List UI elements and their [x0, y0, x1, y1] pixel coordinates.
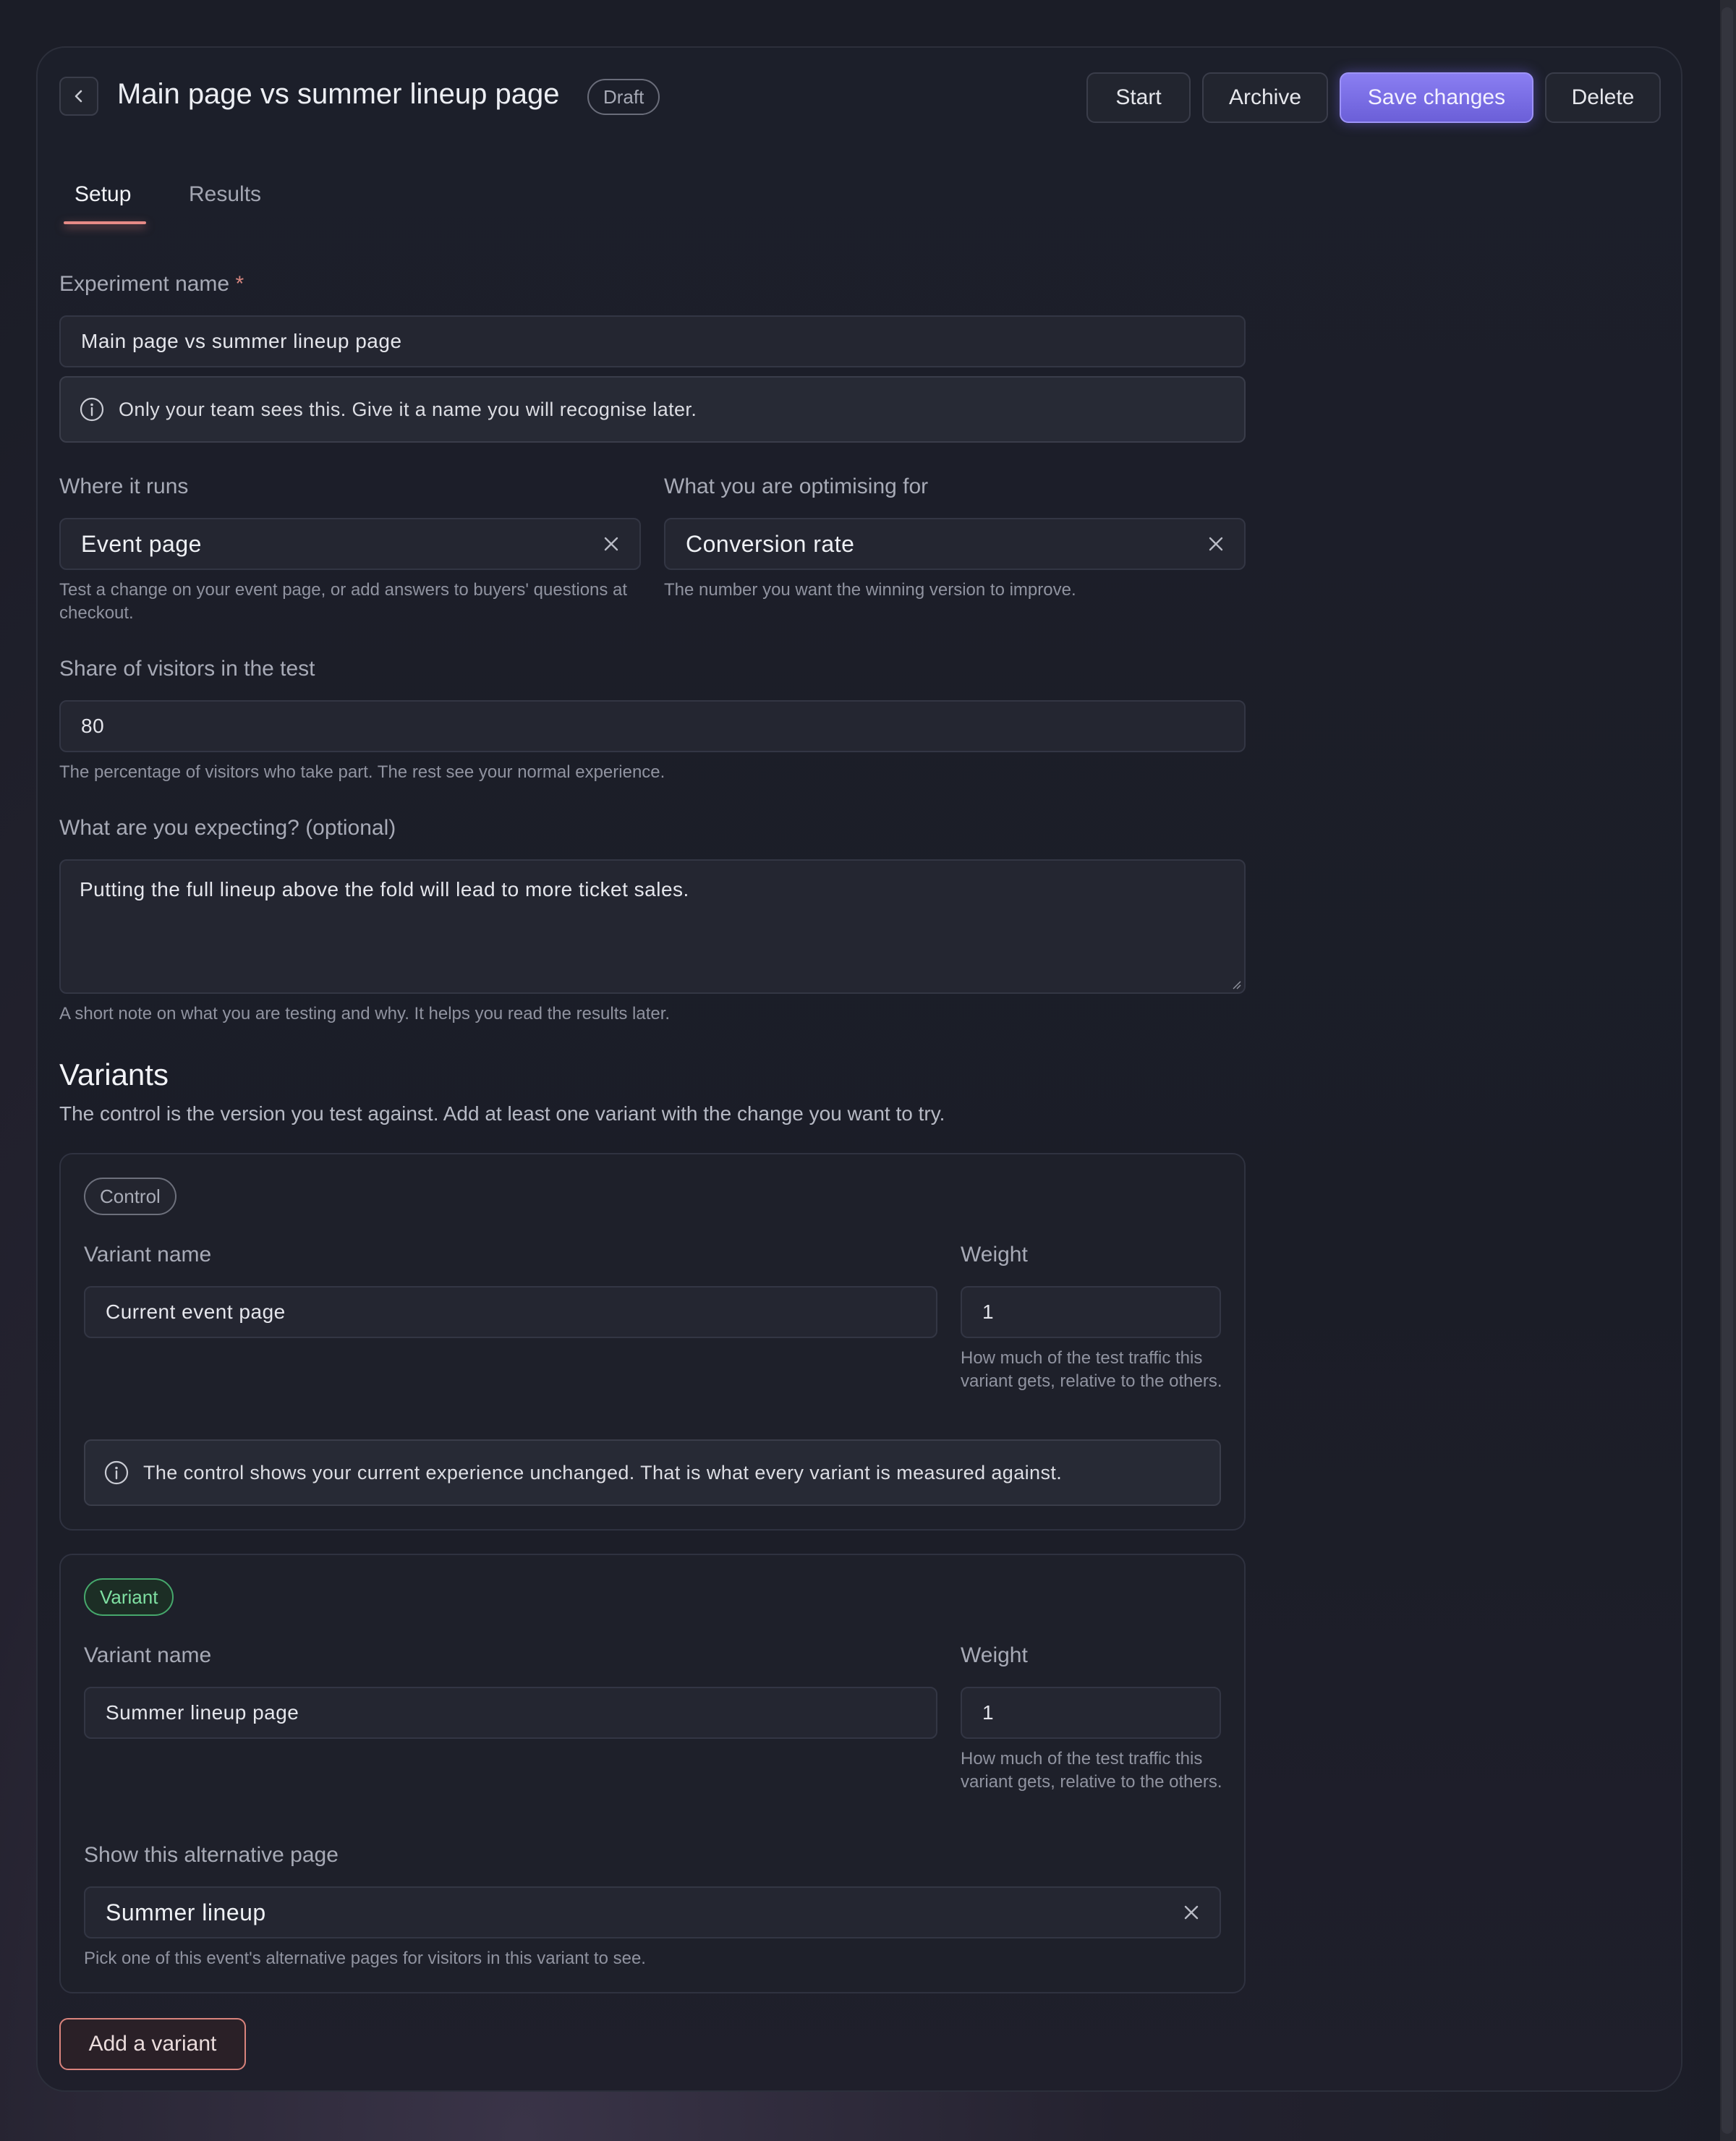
- expecting-label: What are you expecting? (optional): [59, 816, 396, 840]
- control-name-input[interactable]: Current event page: [84, 1286, 937, 1338]
- control-name-label: Variant name: [84, 1243, 212, 1267]
- where-it-runs-help: Test a change on your event page, or add…: [59, 580, 628, 623]
- status-badge: Draft: [587, 79, 660, 115]
- add-variant-button[interactable]: Add a variant: [59, 2018, 246, 2070]
- experiment-name-input[interactable]: Main page vs summer lineup page: [59, 315, 1246, 367]
- alt-page-select[interactable]: Summer lineup: [84, 1886, 1221, 1938]
- active-tab-indicator: [64, 221, 146, 224]
- where-it-runs-select[interactable]: Event page: [59, 518, 641, 570]
- control-name-value: Current event page: [106, 1301, 286, 1323]
- scrollbar-thumb[interactable]: [1722, 7, 1733, 2134]
- control-badge: Control: [84, 1178, 176, 1215]
- close-icon[interactable]: [602, 535, 621, 553]
- variants-heading: Variants: [59, 1057, 169, 1091]
- experiment-name-info: Only your team sees this. Give it a name…: [59, 376, 1246, 443]
- save-changes-button[interactable]: Save changes: [1340, 72, 1533, 123]
- optimising-for-select[interactable]: Conversion rate: [664, 518, 1246, 570]
- control-weight-help: How much of the test traffic this varian…: [961, 1348, 1222, 1391]
- share-input[interactable]: 80: [59, 700, 1246, 752]
- share-help: The percentage of visitors who take part…: [59, 762, 665, 782]
- info-icon: [104, 1460, 129, 1485]
- info-icon: [80, 397, 104, 422]
- back-button[interactable]: [59, 77, 98, 116]
- alt-page-label: Show this alternative page: [84, 1843, 339, 1867]
- experiment-name-info-text: Only your team sees this. Give it a name…: [119, 398, 697, 420]
- variant-weight-value: 1: [982, 1701, 995, 1724]
- control-info: The control shows your current experienc…: [84, 1439, 1221, 1506]
- close-icon[interactable]: [1207, 535, 1225, 553]
- share-value: 80: [81, 715, 105, 737]
- expecting-value: Putting the full lineup above the fold w…: [80, 878, 689, 901]
- variant-weight-help: How much of the test traffic this varian…: [961, 1749, 1222, 1792]
- start-button[interactable]: Start: [1086, 72, 1191, 123]
- optimising-for-label: What you are optimising for: [664, 474, 929, 498]
- page-title: Main page vs summer lineup page: [117, 78, 560, 110]
- variants-subtitle: The control is the version you test agai…: [59, 1102, 945, 1125]
- optimising-for-help: The number you want the winning version …: [664, 580, 1076, 600]
- variant-weight-label: Weight: [961, 1643, 1028, 1667]
- control-weight-input[interactable]: 1: [961, 1286, 1221, 1338]
- where-it-runs-value: Event page: [81, 530, 202, 557]
- control-info-text: The control shows your current experienc…: [143, 1461, 1063, 1484]
- expecting-textarea[interactable]: Putting the full lineup above the fold w…: [59, 859, 1246, 994]
- experiment-name-label-text: Experiment name: [59, 272, 230, 296]
- resize-handle-icon[interactable]: [1231, 979, 1241, 989]
- tab-results[interactable]: Results: [189, 182, 261, 207]
- delete-button[interactable]: Delete: [1545, 72, 1661, 123]
- alt-page-value: Summer lineup: [106, 1899, 266, 1925]
- experiment-name-value: Main page vs summer lineup page: [81, 330, 402, 352]
- variant-badge: Variant: [84, 1578, 174, 1616]
- control-weight-label: Weight: [961, 1243, 1028, 1267]
- required-mark: *: [235, 272, 244, 296]
- alt-page-help: Pick one of this event's alternative pag…: [84, 1949, 646, 1968]
- variant-weight-input[interactable]: 1: [961, 1687, 1221, 1739]
- expecting-help: A short note on what you are testing and…: [59, 1004, 671, 1023]
- tab-setup[interactable]: Setup: [75, 182, 131, 207]
- variant-name-label: Variant name: [84, 1643, 212, 1667]
- variant-name-value: Summer lineup page: [106, 1701, 299, 1724]
- variant-name-input[interactable]: Summer lineup page: [84, 1687, 937, 1739]
- archive-button[interactable]: Archive: [1202, 72, 1328, 123]
- chevron-left-icon: [75, 90, 82, 103]
- experiment-name-label: Experiment name *: [59, 272, 244, 297]
- page-scrollbar[interactable]: [1720, 0, 1736, 2141]
- where-it-runs-label: Where it runs: [59, 474, 189, 498]
- close-icon[interactable]: [1182, 1903, 1201, 1922]
- share-label: Share of visitors in the test: [59, 657, 315, 681]
- optimising-for-value: Conversion rate: [686, 530, 855, 557]
- control-weight-value: 1: [982, 1301, 995, 1323]
